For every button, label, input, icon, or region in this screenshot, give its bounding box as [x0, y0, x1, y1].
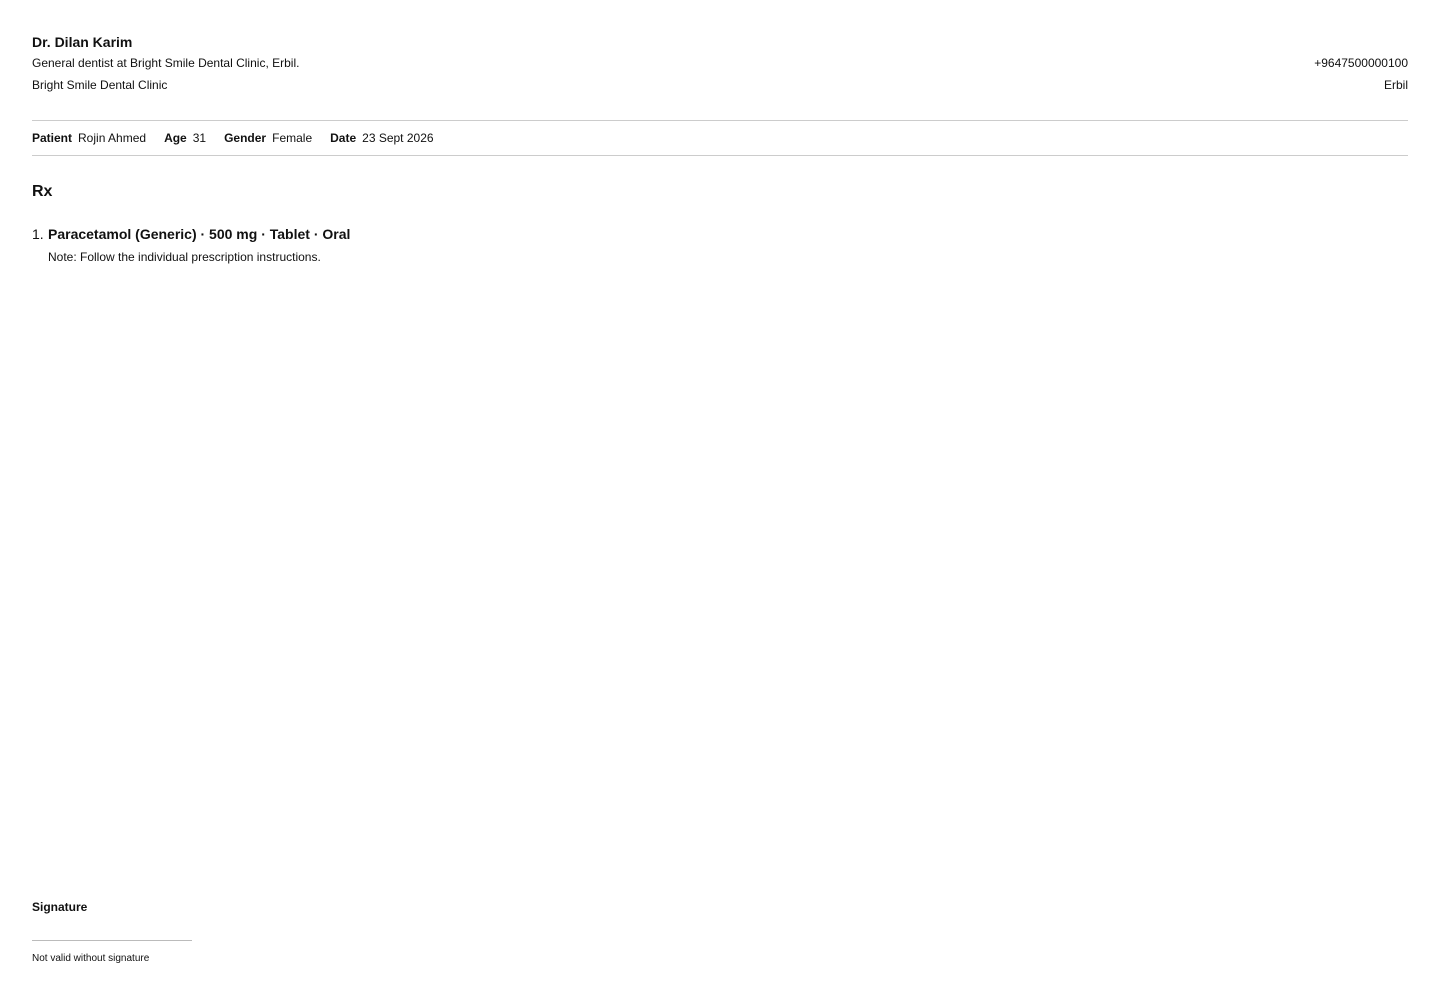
- patient-gender-field: Gender Female: [224, 131, 312, 145]
- signature-label: Signature: [32, 900, 88, 914]
- doctor-info: Dr. Dilan Karim General dentist at Brigh…: [32, 32, 299, 96]
- doctor-description: General dentist at Bright Smile Dental C…: [32, 56, 300, 70]
- signature-line: [32, 940, 192, 941]
- doctor-name: Dr. Dilan Karim: [32, 34, 133, 50]
- prescription-date-label: Date: [330, 131, 357, 145]
- patient-gender-value: Female: [272, 131, 313, 145]
- patient-name-field: Patient Rojin Ahmed: [32, 131, 146, 145]
- rx-item: 1. Paracetamol (Generic) · 500 mg · Tabl…: [32, 224, 1408, 266]
- patient-age-value: 31: [192, 131, 207, 145]
- prescription-date-field: Date 23 Sept 2026: [330, 131, 433, 145]
- doctor-phone: +9647500000100: [1314, 56, 1408, 70]
- rx-item-medication: Paracetamol (Generic) · 500 mg · Tablet …: [48, 226, 351, 242]
- rx-list: 1. Paracetamol (Generic) · 500 mg · Tabl…: [32, 224, 1408, 266]
- rx-item-note: Note: Follow the individual prescription…: [48, 250, 321, 264]
- prescription-header: Dr. Dilan Karim General dentist at Brigh…: [32, 32, 1408, 100]
- patient-name-label: Patient: [32, 131, 73, 145]
- contact-spacer: [1314, 32, 1408, 52]
- patient-name-value: Rojin Ahmed: [78, 131, 147, 145]
- prescription-date-value: 23 Sept 2026: [362, 131, 434, 145]
- patient-age-field: Age 31: [164, 131, 206, 145]
- rx-item-line: 1. Paracetamol (Generic) · 500 mg · Tabl…: [32, 224, 1408, 244]
- rx-title: Rx: [32, 183, 53, 200]
- prescription-page: Dr. Dilan Karim General dentist at Brigh…: [0, 0, 1440, 1000]
- patient-age-label: Age: [164, 131, 187, 145]
- rx-item-number: 1.: [32, 226, 44, 242]
- clinic-city: Erbil: [1383, 78, 1408, 92]
- contact-info: +9647500000100 Erbil: [1314, 32, 1408, 96]
- patient-gender-label: Gender: [224, 131, 267, 145]
- patient-info-bar: Patient Rojin Ahmed Age 31 Gender Female…: [32, 120, 1408, 156]
- signature-block: Signature Not valid without signature: [32, 899, 192, 966]
- signature-note: Not valid without signature: [32, 953, 150, 964]
- clinic-name: Bright Smile Dental Clinic: [32, 78, 168, 92]
